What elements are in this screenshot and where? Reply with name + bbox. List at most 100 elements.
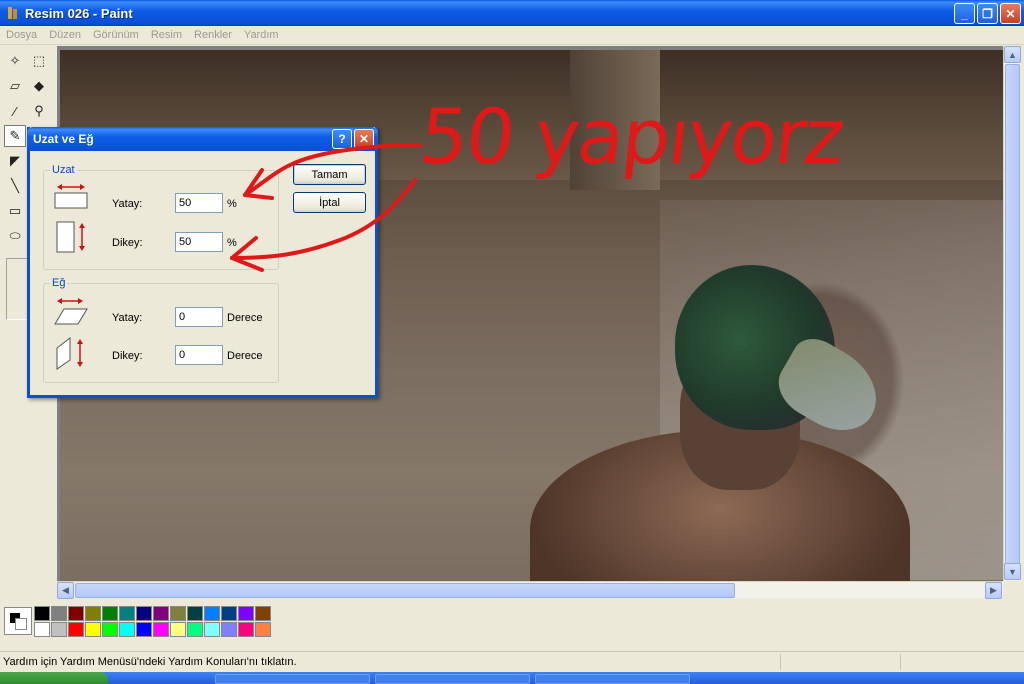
stretch-group: Uzat Yatay: 50 % Dikey: 50 % [43,164,279,270]
scroll-right-icon[interactable]: ▶ [985,582,1002,599]
status-text: Yardım için Yardım Menüsü'ndeki Yardım K… [3,655,297,668]
stretch-horizontal-input[interactable]: 50 [175,193,223,213]
taskbar-item[interactable] [375,674,530,684]
rectangle-icon[interactable]: ▭ [4,200,26,222]
color-swatch[interactable] [119,606,135,621]
taskbar [0,672,1024,684]
stretch-skew-dialog: Uzat ve Eğ ? ✕ Uzat Yatay: 50 % Dikey: 5… [27,127,378,398]
dialog-close-button[interactable]: ✕ [354,129,374,149]
color-swatch[interactable] [51,606,67,621]
color-swatch[interactable] [85,606,101,621]
color-swatch[interactable] [204,622,220,637]
horizontal-scrollbar[interactable]: ◀ ▶ [57,581,1003,599]
dialog-title-bar: Uzat ve Eğ ? ✕ [27,127,378,151]
status-cell-coords [780,654,900,670]
color-swatch[interactable] [85,622,101,637]
color-swatch[interactable] [170,606,186,621]
stretch-vertical-unit: % [227,237,237,249]
brush-icon[interactable]: ◤ [4,150,26,172]
skew-horizontal-label: Yatay: [112,312,143,324]
ellipse-icon[interactable]: ⬭ [4,225,26,247]
color-swatch[interactable] [255,622,271,637]
color-swatch[interactable] [170,622,186,637]
horizontal-scroll-thumb[interactable] [75,583,735,598]
skew-vertical-label: Dikey: [112,350,143,362]
color-palette [0,600,1024,650]
dialog-title: Uzat ve Eğ [33,132,94,146]
scroll-up-icon[interactable]: ▲ [1004,46,1021,63]
skew-vertical-icon [56,336,83,370]
line-icon[interactable]: ╲ [4,175,26,197]
scroll-down-icon[interactable]: ▼ [1004,563,1021,580]
color-swatch[interactable] [153,622,169,637]
menu-renkler[interactable]: Renkler [188,29,238,41]
skew-legend: Eğ [50,277,68,289]
palette-swatches [34,606,271,637]
window-title-bar: Resim 026 - Paint _ ❐ ✕ [0,0,1024,26]
color-swatch[interactable] [51,622,67,637]
stretch-vertical-label: Dikey: [112,237,143,249]
menu-gorunum[interactable]: Görünüm [87,29,145,41]
skew-horizontal-input[interactable]: 0 [175,307,223,327]
help-button[interactable]: ? [332,129,352,149]
magnifier-icon[interactable]: ⚲ [28,100,50,122]
menu-duzen[interactable]: Düzen [43,29,87,41]
stretch-legend: Uzat [50,164,77,176]
vertical-scrollbar[interactable]: ▲ ▼ [1003,46,1021,581]
background-color [15,618,27,630]
color-swatch[interactable] [119,622,135,637]
color-swatch[interactable] [34,622,50,637]
ok-button[interactable]: Tamam [293,164,366,185]
color-swatch[interactable] [68,622,84,637]
taskbar-item[interactable] [535,674,690,684]
menu-bar: Dosya Düzen Görünüm Resim Renkler Yardım [0,26,1024,45]
menu-resim[interactable]: Resim [145,29,188,41]
pencil-icon[interactable]: ✎ [4,125,26,147]
menu-dosya[interactable]: Dosya [0,29,43,41]
color-swatch[interactable] [102,606,118,621]
annotation-text: 50 yapıyorz [415,92,848,181]
skew-horizontal-icon [54,298,88,325]
color-swatch[interactable] [187,622,203,637]
color-swatch[interactable] [136,622,152,637]
color-swatch[interactable] [221,622,237,637]
color-swatch[interactable] [136,606,152,621]
scroll-left-icon[interactable]: ◀ [57,582,74,599]
start-button[interactable] [0,672,108,684]
cancel-button[interactable]: İptal [293,192,366,213]
stretch-horizontal-unit: % [227,198,237,210]
close-icon: ✕ [358,132,370,146]
stretch-vertical-icon [56,221,85,253]
status-cell-size [900,654,1024,670]
stretch-horizontal-icon [54,184,88,209]
menu-yardim[interactable]: Yardım [238,29,285,41]
color-swatch[interactable] [255,606,271,621]
current-colors[interactable] [4,607,32,635]
skew-group: Eğ Yatay: 0 Derece Dikey: 0 Derece [43,277,279,383]
color-swatch[interactable] [238,622,254,637]
vertical-scroll-thumb[interactable] [1005,64,1020,564]
color-swatch[interactable] [221,606,237,621]
color-swatch[interactable] [102,622,118,637]
color-swatch[interactable] [153,606,169,621]
rect-select-icon[interactable]: ⬚ [28,50,50,72]
color-swatch[interactable] [204,606,220,621]
minimize-button[interactable]: _ [954,3,975,24]
skew-vertical-input[interactable]: 0 [175,345,223,365]
restore-button[interactable]: ❐ [977,3,998,24]
color-swatch[interactable] [187,606,203,621]
stretch-vertical-input[interactable]: 50 [175,232,223,252]
taskbar-item[interactable] [215,674,370,684]
paint-app-icon [8,7,17,19]
skew-vertical-unit: Derece [227,350,263,362]
close-button[interactable]: ✕ [1000,3,1021,24]
status-bar: Yardım için Yardım Menüsü'ndeki Yardım K… [0,651,1024,671]
eraser-icon[interactable]: ▱ [4,75,26,97]
free-select-icon[interactable]: ✧ [4,50,26,72]
minimize-icon: _ [961,6,968,21]
color-swatch[interactable] [68,606,84,621]
color-picker-icon[interactable]: ⁄ [4,100,26,122]
fill-icon[interactable]: ◆ [28,75,50,97]
color-swatch[interactable] [238,606,254,621]
color-swatch[interactable] [34,606,50,621]
